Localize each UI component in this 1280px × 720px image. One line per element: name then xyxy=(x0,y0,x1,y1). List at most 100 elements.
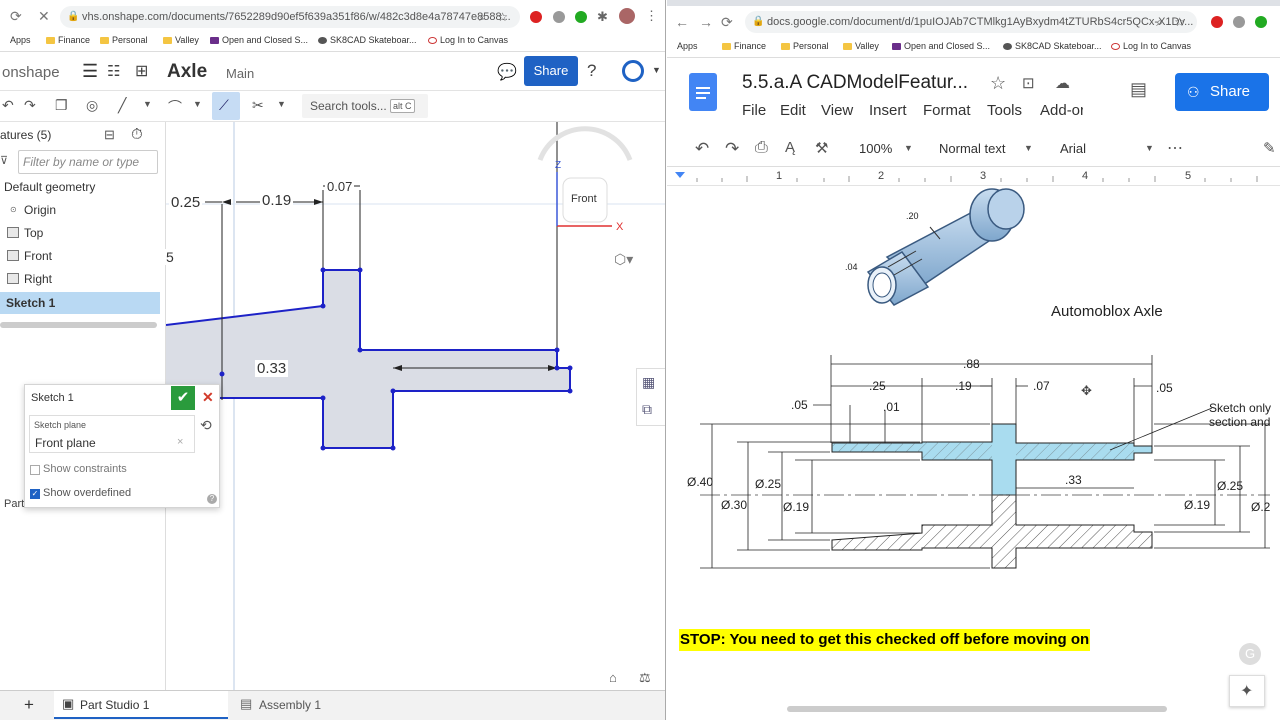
user-icon[interactable] xyxy=(622,60,644,82)
help-icon[interactable]: ? xyxy=(207,494,217,504)
more-icon[interactable]: ⋯ xyxy=(1167,138,1183,158)
zoom-select[interactable]: 100% xyxy=(859,141,892,156)
appearance-icon[interactable]: ▦ xyxy=(642,374,655,391)
opera-extension-icon[interactable] xyxy=(530,11,542,23)
chevron-down-icon[interactable]: ▼ xyxy=(193,99,202,109)
search-tools-input[interactable]: Search tools... alt C xyxy=(302,94,428,118)
bookmark-personal[interactable]: Personal xyxy=(100,35,148,45)
menu-tools[interactable]: Tools xyxy=(987,102,1022,119)
menu-view[interactable]: View xyxy=(821,102,853,119)
sketch-plane-field[interactable]: Sketch plane Front plane × xyxy=(29,415,195,453)
tab-part-studio-1[interactable]: ▣ Part Studio 1 xyxy=(54,691,228,719)
chevron-down-icon[interactable]: ▼ xyxy=(904,143,913,153)
dimension-0-19[interactable]: 0.19 xyxy=(260,192,294,209)
dimension-0-33[interactable]: 0.33 xyxy=(255,360,289,377)
chevron-down-icon[interactable]: ▼ xyxy=(1024,143,1033,153)
filter-input[interactable]: Filter by name or type xyxy=(18,150,158,174)
star-icon[interactable]: ☆ xyxy=(1174,11,1185,33)
chevron-down-icon[interactable]: ▼ xyxy=(277,99,286,109)
arc-icon[interactable]: ⌒ xyxy=(168,97,182,117)
history-icon[interactable]: ⟲ xyxy=(200,417,212,434)
style-select[interactable]: Normal text xyxy=(939,141,1005,156)
menu-file[interactable]: File xyxy=(742,102,766,119)
extension-icon[interactable] xyxy=(1233,16,1245,28)
comment-icon[interactable]: 💬 xyxy=(497,62,517,82)
bookmark-apps[interactable]: Apps xyxy=(10,35,31,45)
star-icon[interactable]: ☆ xyxy=(990,73,1006,94)
accept-button[interactable]: ✔ xyxy=(171,386,195,410)
graphics-area[interactable]: 0.25 0.19 0.07 0.33 5 Front Z X ⬡▾ ▦ ⧉ ⌂… xyxy=(164,122,666,690)
tree-top-plane[interactable]: Top xyxy=(0,222,160,244)
puzzle-icon[interactable]: ✱ xyxy=(597,9,608,25)
cloud-icon[interactable]: ☁ xyxy=(1055,74,1070,92)
back-icon[interactable]: ← xyxy=(675,14,689,30)
tree-front-plane[interactable]: Front xyxy=(0,245,160,267)
address-bar[interactable]: 🔒 vhs.onshape.com/documents/7652289d90ef… xyxy=(60,6,520,28)
docs-logo-icon[interactable] xyxy=(689,73,717,111)
feature-list-icon[interactable]: ☷ xyxy=(107,62,120,80)
document-title[interactable]: Axle xyxy=(167,61,207,83)
opera-extension-icon[interactable] xyxy=(1211,16,1223,28)
mass-properties-icon[interactable]: ⚖ xyxy=(639,670,651,686)
paint-format-icon[interactable]: ⚒ xyxy=(815,139,828,157)
sketch-icon[interactable]: ◎ xyxy=(86,97,98,114)
star-icon[interactable]: ☆ xyxy=(497,6,508,28)
extension-icon[interactable] xyxy=(553,11,565,23)
tree-right-plane[interactable]: Right xyxy=(0,268,160,290)
trim-icon[interactable]: ✂ xyxy=(252,97,264,114)
branch-label[interactable]: Main xyxy=(226,66,254,81)
avatar[interactable] xyxy=(619,8,635,24)
spline-tool-button[interactable]: ⟋ xyxy=(212,92,240,120)
add-tab-icon[interactable]: + xyxy=(24,695,34,715)
bookmark-finance[interactable]: Finance xyxy=(722,41,766,51)
forward-icon[interactable]: → xyxy=(699,14,713,30)
copy-icon[interactable]: ❐ xyxy=(55,97,68,114)
bookmark-valley[interactable]: Valley xyxy=(163,35,199,45)
bookmark-canvas[interactable]: Log In to Canvas xyxy=(1111,41,1191,51)
chevron-down-icon[interactable]: ▼ xyxy=(652,65,661,75)
reload-icon[interactable]: ⟳ xyxy=(721,14,733,31)
address-bar[interactable]: 🔒 docs.google.com/document/d/1puIOJAb7CT… xyxy=(745,11,1197,33)
view-options-icon[interactable]: ⬡▾ xyxy=(614,251,633,268)
ruler[interactable]: 1 2 3 4 5 xyxy=(667,168,1280,186)
show-overdefined-checkbox[interactable]: ✓ xyxy=(30,489,40,499)
undo-icon[interactable]: ↶ xyxy=(2,97,14,114)
redo-icon[interactable]: ↷ xyxy=(725,139,739,159)
help-icon[interactable]: ? xyxy=(587,61,596,81)
print-icon[interactable]: ⎙ xyxy=(755,139,768,157)
bookmark-open-closed[interactable]: Open and Closed S... xyxy=(892,41,990,51)
menu-format[interactable]: Format xyxy=(923,102,971,119)
cancel-icon[interactable]: ✕ xyxy=(202,389,214,406)
menu-addons[interactable]: Add-or xyxy=(1040,102,1085,119)
bookmark-open-closed[interactable]: Open and Closed S... xyxy=(210,35,308,45)
chevron-down-icon[interactable]: ▼ xyxy=(1145,143,1154,153)
line-icon[interactable]: ╱ xyxy=(118,97,126,114)
document-page[interactable]: .20 .04 Automoblox Axle .88 .25 .19 .07 … xyxy=(667,187,1280,720)
redo-icon[interactable]: ↷ xyxy=(24,97,36,114)
insert-icon[interactable]: ⊞ xyxy=(135,61,148,81)
close-icon[interactable]: ✕ xyxy=(38,8,50,25)
zoom-icon[interactable]: ⌕ xyxy=(479,6,486,28)
horizontal-scrollbar[interactable] xyxy=(787,706,1167,712)
sketch-canvas[interactable] xyxy=(166,122,666,690)
tree-default-geometry[interactable]: Default geometry xyxy=(0,176,160,198)
menu-icon[interactable]: ⋮ xyxy=(645,8,658,24)
show-constraints-checkbox[interactable] xyxy=(30,465,40,475)
share-button[interactable]: ⚇ Share xyxy=(1175,73,1269,111)
menu-insert[interactable]: Insert xyxy=(869,102,907,119)
bookmark-apps[interactable]: Apps xyxy=(677,41,698,51)
spellcheck-icon[interactable]: Ą xyxy=(785,139,795,156)
view-cube-front-label[interactable]: Front xyxy=(571,193,597,205)
dimension-partial[interactable]: 5 xyxy=(164,249,176,265)
bookmark-sk8cad[interactable]: SK8CAD Skateboar... xyxy=(318,35,417,45)
reload-icon[interactable]: ⟳ xyxy=(10,8,22,25)
check-extension-icon[interactable] xyxy=(1255,16,1267,28)
chevron-down-icon[interactable]: ▼ xyxy=(143,99,152,109)
bookmark-canvas[interactable]: Log In to Canvas xyxy=(428,35,508,45)
bookmark-sk8cad[interactable]: SK8CAD Skateboar... xyxy=(1003,41,1102,51)
bookmark-finance[interactable]: Finance xyxy=(46,35,90,45)
add-folder-icon[interactable]: ⊟ xyxy=(104,127,115,143)
tab-assembly-1[interactable]: ▤ Assembly 1 xyxy=(234,691,408,719)
tree-origin[interactable]: ⊙ Origin xyxy=(0,199,160,221)
panel-scrollbar[interactable] xyxy=(0,322,157,328)
